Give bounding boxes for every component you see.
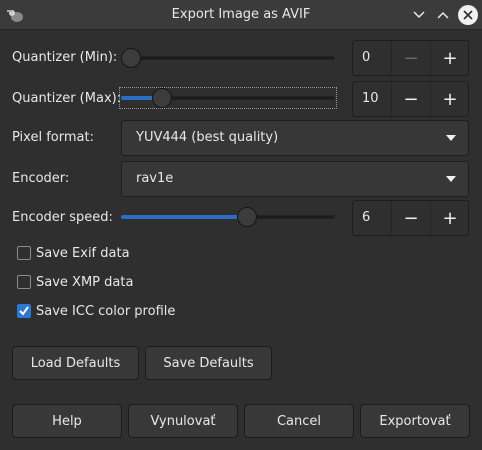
encoder-speed-decrement-button[interactable]: − <box>391 201 430 235</box>
pixel-format-label: Pixel format: <box>12 130 94 145</box>
slider-handle[interactable] <box>237 207 258 227</box>
quantizer-max-increment-button[interactable]: + <box>430 82 469 116</box>
save-xmp-label[interactable]: Save XMP data <box>36 275 133 290</box>
help-button[interactable]: Help <box>12 404 122 438</box>
save-icc-profile-checkbox[interactable] <box>17 304 31 318</box>
reset-button[interactable]: Vynulovať <box>128 404 238 438</box>
encoder-speed-label: Encoder speed: <box>12 210 113 225</box>
minus-icon: − <box>403 88 419 110</box>
dropdown-arrow-icon <box>446 176 456 182</box>
save-xmp-checkbox[interactable] <box>17 275 31 289</box>
encoder-dropdown[interactable]: rav1e <box>121 161 469 197</box>
quantizer-min-spinbox[interactable]: 0 − + <box>352 40 469 76</box>
maximize-icon <box>437 11 449 19</box>
quantizer-min-slider[interactable] <box>121 48 335 68</box>
encoder-label: Encoder: <box>12 171 70 186</box>
quantizer-max-spinbox[interactable]: 10 − + <box>352 81 469 117</box>
encoder-speed-slider[interactable] <box>121 207 335 227</box>
plus-icon: + <box>442 88 458 110</box>
save-exif-label[interactable]: Save Exif data <box>36 246 130 261</box>
title-bar: Export Image as AVIF <box>0 0 482 30</box>
load-defaults-button[interactable]: Load Defaults <box>12 346 139 380</box>
slider-handle[interactable] <box>121 48 141 68</box>
cancel-button[interactable]: Cancel <box>244 404 354 438</box>
maximize-button[interactable] <box>433 5 453 25</box>
encoder-speed-spinbox[interactable]: 6 − + <box>352 200 469 236</box>
quantizer-min-label: Quantizer (Min): <box>12 50 118 65</box>
minus-icon: − <box>403 47 419 69</box>
quantizer-min-increment-button[interactable]: + <box>430 41 469 75</box>
dropdown-arrow-icon <box>446 135 456 141</box>
pixel-format-value: YUV444 (best quality) <box>136 130 279 145</box>
plus-icon: + <box>442 47 458 69</box>
quantizer-max-value[interactable]: 10 <box>362 91 379 106</box>
encoder-value: rav1e <box>136 171 174 186</box>
export-button[interactable]: Exportovať <box>360 404 470 438</box>
quantizer-max-label: Quantizer (Max): <box>12 91 122 106</box>
minimize-icon <box>413 11 425 19</box>
slider-handle[interactable] <box>152 88 173 108</box>
slider-fill <box>121 215 248 219</box>
close-button[interactable] <box>458 5 478 25</box>
minimize-button[interactable] <box>409 5 429 25</box>
quantizer-max-slider[interactable] <box>121 88 335 108</box>
quantizer-min-value[interactable]: 0 <box>362 50 370 65</box>
save-icc-profile-label[interactable]: Save ICC color profile <box>36 304 175 319</box>
save-defaults-button[interactable]: Save Defaults <box>145 346 272 380</box>
minus-icon: − <box>403 207 419 229</box>
save-exif-checkbox[interactable] <box>17 246 31 260</box>
encoder-speed-increment-button[interactable]: + <box>430 201 469 235</box>
plus-icon: + <box>442 207 458 229</box>
slider-track <box>121 56 335 60</box>
checkmark-icon <box>19 306 29 316</box>
quantizer-min-decrement-button[interactable]: − <box>391 41 430 75</box>
quantizer-max-decrement-button[interactable]: − <box>391 82 430 116</box>
encoder-speed-value[interactable]: 6 <box>362 210 370 225</box>
close-icon <box>463 10 473 20</box>
pixel-format-dropdown[interactable]: YUV444 (best quality) <box>121 120 469 156</box>
